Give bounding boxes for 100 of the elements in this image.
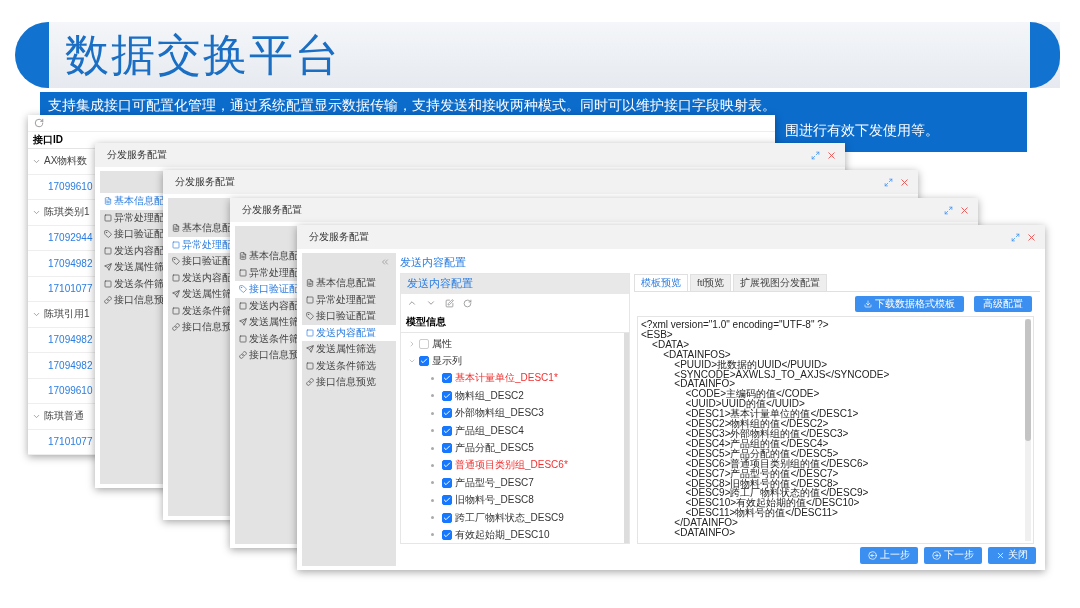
code-line: <DESC3>外部物料组的值</DESC3> <box>684 428 850 439</box>
sidebar-item[interactable]: 发送条件筛选 <box>302 357 396 374</box>
banner-accent <box>1030 22 1060 88</box>
send-icon <box>239 318 247 327</box>
sidebar-item[interactable]: 发送属性筛选 <box>302 341 396 358</box>
group-label: 陈琪引用1 <box>44 307 90 322</box>
code-line: <DATAINFO> <box>673 528 737 538</box>
close-icon[interactable] <box>1026 231 1037 243</box>
code-line: <DESC9>跨工厂物料状态的值</DESC9> <box>684 488 870 499</box>
panel-title: 发送内容配置 <box>401 274 629 294</box>
tab[interactable]: 扩展视图分发配置 <box>733 274 828 291</box>
code-line: </DATAINFO> <box>673 518 738 529</box>
code-line: <DESC6>普通项目类别组的值</DESC6> <box>684 458 870 469</box>
expand-icon[interactable] <box>408 339 416 348</box>
arrow-right-icon <box>932 550 941 560</box>
interface-id-link[interactable]: 17092944 <box>48 232 93 244</box>
refresh-icon[interactable] <box>34 118 44 128</box>
code-line: <PUUID>批数据的UUID</PUUID> <box>673 359 828 370</box>
document-icon <box>306 279 314 288</box>
code-line: <DATAINFO> <box>673 379 736 390</box>
interface-id-link[interactable]: 17094982 <box>48 359 93 371</box>
checkbox[interactable] <box>442 443 452 454</box>
code-line: <DESC2>物料组的值</DESC2> <box>684 419 829 429</box>
link-icon <box>239 351 247 360</box>
tree-label: 属性 <box>432 336 452 351</box>
banner-accent <box>15 22 49 88</box>
move-down-icon[interactable] <box>426 298 436 308</box>
checkbox[interactable] <box>442 373 452 384</box>
checkbox[interactable] <box>442 390 452 401</box>
square-icon <box>172 273 180 282</box>
code-line: <?xml version="1.0" encoding="UTF-8" ?> <box>641 320 830 330</box>
checkbox[interactable] <box>442 460 452 471</box>
code-line: <DESC11>物料号的值</DESC11> <box>685 508 839 519</box>
square-icon <box>172 240 180 249</box>
square-icon <box>104 279 112 288</box>
code-line: <DESC8>旧物料号的值</DESC8> <box>684 478 839 489</box>
square-icon <box>172 306 180 315</box>
close-icon[interactable] <box>826 149 837 161</box>
document-icon <box>172 224 180 233</box>
sidebar-item[interactable]: 接口验证配置 <box>302 308 396 325</box>
checkbox[interactable] <box>419 338 429 349</box>
code-line: <DESC4>产品组的值</DESC4> <box>684 438 829 449</box>
checkbox[interactable] <box>442 512 452 523</box>
column-header: 模型信息 <box>401 312 629 333</box>
code-line: <DATAINFOS> <box>662 349 732 360</box>
interface-id-link[interactable]: 17094982 <box>48 257 93 269</box>
interface-id-link[interactable]: 17101077 <box>48 436 93 448</box>
tree-label: 普通项目类别组_DESC6* <box>455 458 568 473</box>
code-line: <UUID>UUID的值</UUID> <box>684 399 805 410</box>
code-line: <DESC5>产品分配的值</DESC5> <box>684 448 840 459</box>
maximize-icon[interactable] <box>944 205 953 215</box>
tab[interactable]: 模板预览 <box>634 274 688 291</box>
code-line: <SYNCODE>AXWLSJ_TO_AXJS</SYNCODE> <box>673 369 891 380</box>
code-line: <DESC7>产品型号的值</DESC7> <box>684 468 839 479</box>
square-icon <box>104 246 112 255</box>
checkbox[interactable] <box>442 495 452 506</box>
code-line: <DESC1>基本计量单位的值</DESC1> <box>684 409 860 420</box>
interface-id-link[interactable]: 17099610 <box>48 385 93 397</box>
code-line: <DESC10>有效起始期的值</DESC10> <box>684 498 861 509</box>
link-icon <box>172 323 180 332</box>
sidebar-item[interactable]: 接口信息预览 <box>302 374 396 391</box>
breadcrumb-link[interactable]: 发送内容配置 <box>400 256 466 270</box>
close-icon[interactable] <box>899 176 910 188</box>
tree-label: 物料组_DESC2 <box>455 388 524 403</box>
interface-id-link[interactable]: 17094982 <box>48 334 93 346</box>
refresh-icon[interactable] <box>463 298 472 308</box>
move-up-icon[interactable] <box>407 298 417 308</box>
checkbox[interactable] <box>419 356 429 367</box>
interface-id-link[interactable]: 17099610 <box>48 181 93 193</box>
collapse-icon[interactable] <box>380 257 390 267</box>
square-icon <box>239 334 247 343</box>
interface-id-link[interactable]: 17101077 <box>48 283 93 295</box>
tree-label: 跨工厂物料状态_DESC9 <box>455 510 564 525</box>
maximize-icon[interactable] <box>1011 232 1020 242</box>
group-label: AX物料数 <box>44 154 88 169</box>
close-icon[interactable] <box>959 204 970 216</box>
tag-icon <box>172 257 180 266</box>
checkbox[interactable] <box>442 425 452 436</box>
tree-label: 旧物料号_DESC8 <box>455 493 534 508</box>
maximize-icon[interactable] <box>811 150 820 160</box>
download-icon <box>864 300 872 308</box>
arrow-left-icon <box>868 550 877 560</box>
send-icon <box>172 290 180 299</box>
checkbox[interactable] <box>442 530 452 540</box>
maximize-icon[interactable] <box>884 177 893 187</box>
checkbox[interactable] <box>442 477 452 488</box>
group-label: 陈琪类别1 <box>44 205 90 220</box>
tree-label: 产品型号_DESC7 <box>455 475 534 490</box>
tab[interactable]: ftl预览 <box>690 274 732 291</box>
square-icon <box>104 213 112 222</box>
tree-label: 产品分配_DESC5 <box>455 441 534 456</box>
tag-icon <box>306 312 314 321</box>
checkbox[interactable] <box>442 408 452 419</box>
link-icon <box>306 378 314 387</box>
tree-label: 外部物料组_DESC3 <box>455 406 544 421</box>
send-icon <box>306 345 314 354</box>
edit-icon[interactable] <box>445 298 454 308</box>
window-title: 分发服务配置 <box>309 230 369 244</box>
sidebar-item[interactable]: 发送内容配置 <box>302 324 396 341</box>
code-area[interactable] <box>637 316 1034 544</box>
